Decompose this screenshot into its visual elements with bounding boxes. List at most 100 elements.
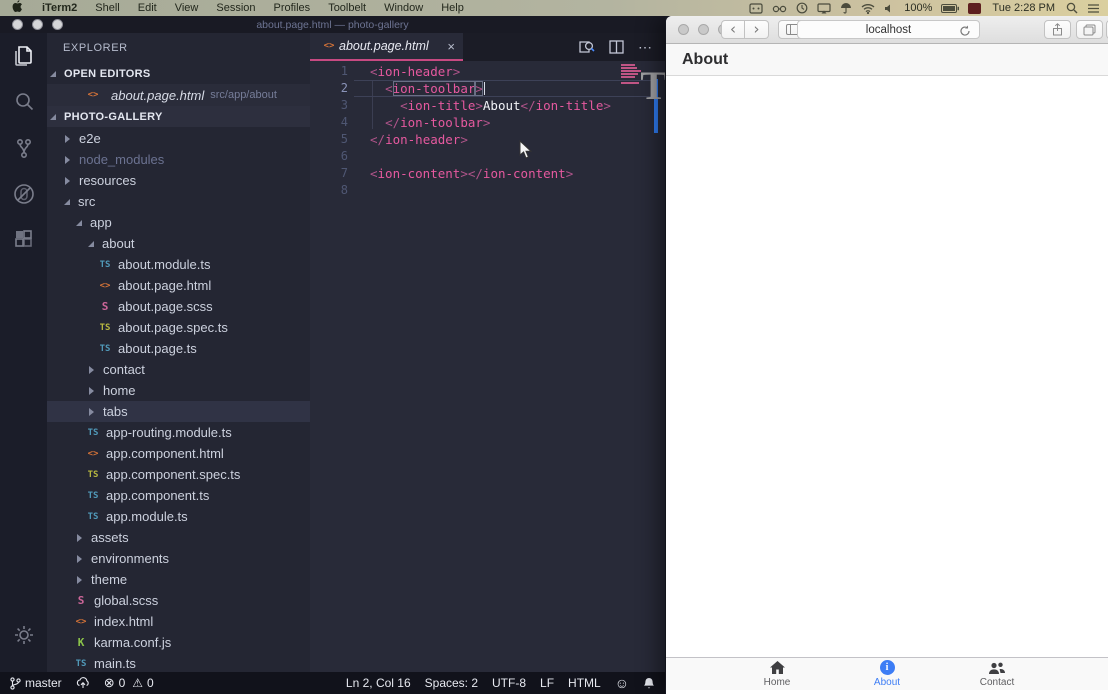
tree-item-global-scss[interactable]: Sglobal.scss	[47, 590, 310, 611]
code-line-5[interactable]: 5</ion-header>	[310, 131, 665, 148]
tree-item-src[interactable]: src	[47, 191, 310, 212]
wifi-icon[interactable]	[861, 3, 875, 14]
tree-item-karma-conf-js[interactable]: Kkarma.conf.js	[47, 632, 310, 653]
menu-item-shell[interactable]: Shell	[86, 2, 128, 14]
address-bar[interactable]: localhost	[797, 20, 980, 39]
spotlight-icon[interactable]	[1066, 2, 1078, 14]
input-source-icon[interactable]	[968, 3, 981, 14]
code-line-8[interactable]: 8	[310, 182, 665, 199]
tree-item-theme[interactable]: theme	[47, 569, 310, 590]
tree-item-node-modules[interactable]: node_modules	[47, 149, 310, 170]
eol-setting[interactable]: LF	[533, 676, 561, 690]
tree-item-tabs[interactable]: tabs	[47, 401, 310, 422]
tree-item-app[interactable]: app	[47, 212, 310, 233]
sync-indicator[interactable]	[69, 672, 97, 694]
battery-icon[interactable]	[941, 4, 959, 13]
code-line-1[interactable]: 1<ion-header>	[310, 63, 665, 80]
extensions-icon[interactable]	[0, 217, 47, 263]
menu-item-profiles[interactable]: Profiles	[265, 2, 320, 14]
zoom-window-button[interactable]	[52, 19, 63, 30]
indentation-setting[interactable]: Spaces: 2	[418, 676, 485, 690]
tree-item-app-component-spec-ts[interactable]: TSapp.component.spec.ts	[47, 464, 310, 485]
more-actions-icon[interactable]: ⋯	[638, 39, 653, 56]
language-mode[interactable]: HTML	[561, 676, 608, 690]
tab-about-page-html[interactable]: <> about.page.html ×	[310, 33, 463, 61]
glasses-icon[interactable]	[772, 3, 787, 13]
code-line-7[interactable]: 7<ion-content></ion-content>	[310, 165, 665, 182]
tree-item-about-page-html[interactable]: <>about.page.html	[47, 275, 310, 296]
menu-app-name[interactable]: iTerm2	[33, 2, 86, 14]
tree-item-app-component-html[interactable]: <>app.component.html	[47, 443, 310, 464]
share-button[interactable]	[1044, 20, 1071, 39]
menu-item-toolbelt[interactable]: Toolbelt	[319, 2, 375, 14]
code-text: <ion-title>About</ion-title>	[370, 97, 611, 114]
minimize-window-button[interactable]	[32, 19, 43, 30]
open-preview-icon[interactable]	[578, 39, 595, 55]
tab-close-icon[interactable]: ×	[447, 39, 455, 54]
code-line-3[interactable]: 3 <ion-title>About</ion-title>	[310, 97, 665, 114]
tree-item-home[interactable]: home	[47, 380, 310, 401]
debug-icon[interactable]	[0, 171, 47, 217]
encoding-setting[interactable]: UTF-8	[485, 676, 533, 690]
tree-item-about-page-ts[interactable]: TSabout.page.ts	[47, 338, 310, 359]
tree-item-app-routing-module-ts[interactable]: TSapp-routing.module.ts	[47, 422, 310, 443]
forward-button[interactable]: ›	[745, 20, 769, 39]
feedback-smiley-icon[interactable]: ☺	[608, 675, 636, 691]
menu-item-session[interactable]: Session	[207, 2, 264, 14]
ion-tab-home[interactable]: Home	[722, 658, 832, 690]
tree-item-e2e[interactable]: e2e	[47, 128, 310, 149]
tree-item-about-module-ts[interactable]: TSabout.module.ts	[47, 254, 310, 275]
warnings-indicator[interactable]: ⚠ 0	[132, 672, 160, 694]
back-button[interactable]: ‹	[721, 20, 745, 39]
apple-menu-icon[interactable]	[12, 0, 23, 16]
open-editors-header[interactable]: OPEN EDITORS	[47, 63, 310, 84]
ion-tab-contact[interactable]: Contact	[942, 658, 1052, 690]
tab-overview-button[interactable]	[1076, 20, 1103, 39]
search-icon[interactable]	[0, 79, 47, 125]
git-branch-indicator[interactable]: master	[0, 672, 69, 694]
tree-item-app-component-ts[interactable]: TSapp.component.ts	[47, 485, 310, 506]
tree-item-app-module-ts[interactable]: TSapp.module.ts	[47, 506, 310, 527]
split-editor-icon[interactable]	[609, 40, 624, 54]
tree-item-about[interactable]: about	[47, 233, 310, 254]
errors-indicator[interactable]: ⊗ 0	[97, 672, 133, 694]
minimize-window-button[interactable]	[698, 24, 709, 35]
tree-item-about-page-scss[interactable]: Sabout.page.scss	[47, 296, 310, 317]
menu-item-window[interactable]: Window	[375, 2, 432, 14]
source-control-icon[interactable]	[0, 125, 47, 171]
open-editor-item[interactable]: <> about.page.html src/app/about	[47, 84, 310, 106]
notifications-bell-icon[interactable]	[636, 677, 665, 690]
tree-item-assets[interactable]: assets	[47, 527, 310, 548]
code-editor[interactable]: 1<ion-header>2 <ion-toolbar>3 <ion-title…	[310, 61, 665, 672]
clock-icon[interactable]	[796, 2, 808, 14]
close-window-button[interactable]	[12, 19, 23, 30]
close-window-button[interactable]	[678, 24, 689, 35]
project-header[interactable]: PHOTO-GALLERY	[47, 106, 310, 127]
reload-icon[interactable]	[959, 24, 971, 42]
volume-icon[interactable]	[884, 3, 895, 14]
menu-item-view[interactable]: View	[166, 2, 208, 14]
explorer-icon[interactable]	[0, 33, 47, 79]
menu-item-edit[interactable]: Edit	[129, 2, 166, 14]
tree-item-main-ts[interactable]: TSmain.ts	[47, 653, 310, 672]
tree-item-about-page-spec-ts[interactable]: TSabout.page.spec.ts	[47, 317, 310, 338]
airplay-icon[interactable]	[817, 3, 831, 14]
vscode-title-bar[interactable]: about.page.html — photo-gallery	[0, 16, 665, 33]
file-tree: e2enode_modulesresourcessrcappaboutTSabo…	[47, 128, 310, 672]
tree-item-environments[interactable]: environments	[47, 548, 310, 569]
code-line-4[interactable]: 4 </ion-toolbar>	[310, 114, 665, 131]
menu-item-help[interactable]: Help	[432, 2, 473, 14]
code-line-6[interactable]: 6	[310, 148, 665, 165]
cursor-position[interactable]: Ln 2, Col 16	[339, 676, 418, 690]
umbrella-icon[interactable]	[840, 2, 852, 14]
tree-item-resources[interactable]: resources	[47, 170, 310, 191]
code-line-2[interactable]: 2 <ion-toolbar>	[310, 80, 665, 97]
tree-item-contact[interactable]: contact	[47, 359, 310, 380]
tree-item-index-html[interactable]: <>index.html	[47, 611, 310, 632]
settings-gear-icon[interactable]	[0, 612, 47, 658]
capture-icon[interactable]	[749, 3, 763, 14]
error-icon: ⊗	[104, 675, 115, 691]
ion-tab-about[interactable]: iAbout	[832, 658, 942, 690]
menu-clock[interactable]: Tue 2:28 PM	[990, 2, 1057, 14]
notification-center-icon[interactable]	[1087, 3, 1100, 14]
